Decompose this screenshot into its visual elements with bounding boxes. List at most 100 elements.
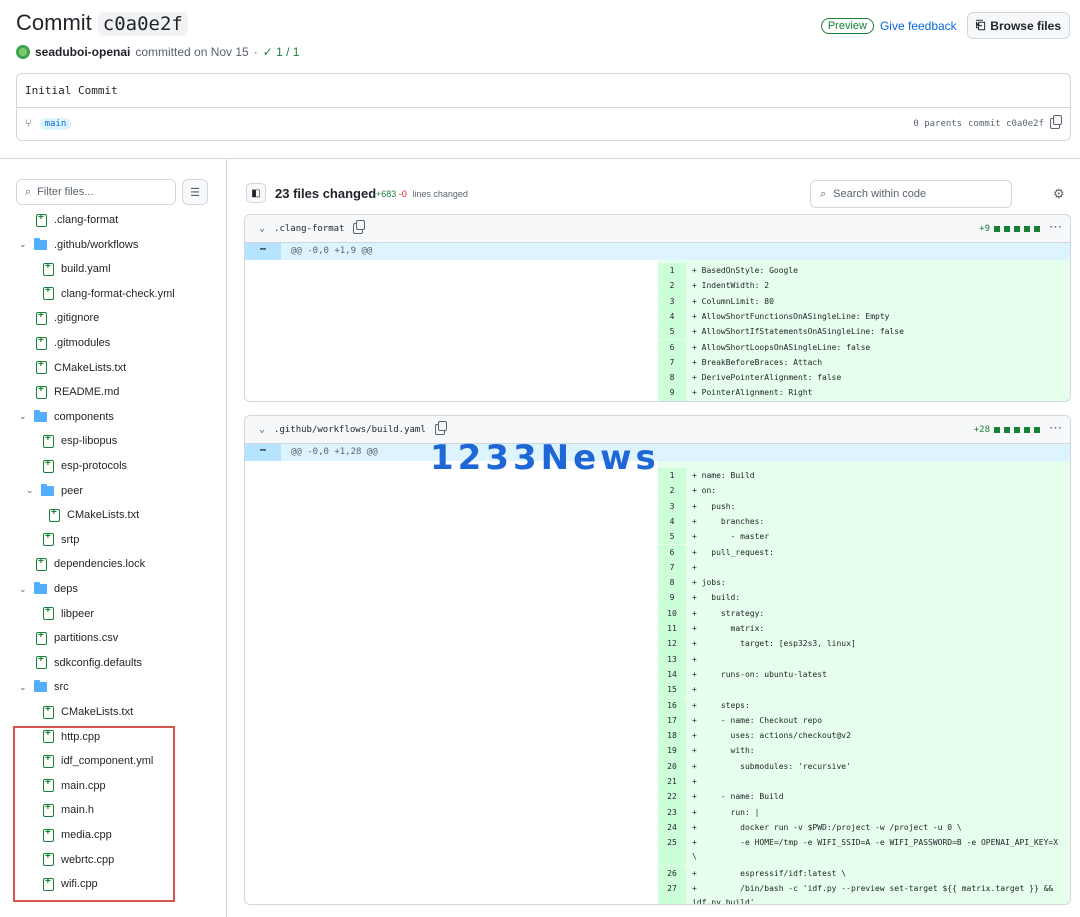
filter-files-input[interactable]: ⌕ Filter files... (16, 179, 176, 205)
line-number[interactable]: 25 (658, 835, 686, 866)
chevron-down-icon[interactable]: ⌄ (19, 584, 27, 595)
kebab-menu-icon[interactable]: ⋯ (1049, 420, 1062, 436)
tree-folder[interactable]: ⌄ .github/workflows (19, 235, 138, 255)
line-content: + runs-on: ubuntu-latest (692, 669, 827, 679)
tree-file[interactable]: dependencies.lock (36, 554, 145, 574)
line-number[interactable]: 10 (658, 605, 686, 621)
file-path[interactable]: .github/workflows/build.yaml (274, 425, 426, 435)
line-content: + on: (692, 486, 717, 496)
line-number[interactable]: 8 (658, 575, 686, 591)
line-number[interactable]: 15 (658, 682, 686, 698)
chevron-down-icon[interactable]: ⌄ (19, 682, 27, 693)
browse-files-button[interactable]: ⎗ Browse files (966, 12, 1070, 39)
code-line: 17 + - name: Checkout repo (658, 712, 1070, 729)
author-link[interactable]: seaduboi-openai (35, 45, 130, 59)
code-line: 25 + -e HOME=/tmp -e WIFI_SSID=A -e WIFI_… (658, 835, 1070, 866)
tree-folder[interactable]: ⌄ deps (19, 579, 78, 599)
tree-folder[interactable]: ⌄ peer (26, 481, 83, 501)
line-number[interactable]: 16 (658, 697, 686, 713)
line-number[interactable]: 1 (658, 468, 686, 484)
copy-icon[interactable] (353, 220, 366, 234)
line-number[interactable]: 9 (658, 590, 686, 606)
line-number[interactable]: 8 (658, 370, 686, 386)
line-number[interactable]: 18 (658, 728, 686, 744)
tree-file[interactable]: CMakeLists.txt (49, 505, 139, 525)
filter-options-button[interactable]: ☰ (182, 179, 208, 205)
chevron-down-icon[interactable]: ⌄ (259, 223, 265, 234)
line-number[interactable]: 26 (658, 865, 686, 882)
tree-file[interactable]: .gitmodules (36, 333, 110, 353)
line-number[interactable]: 20 (658, 758, 686, 774)
code-area: 1 + BasedOnStyle: Google 2 + IndentWidth: 2… (245, 260, 1070, 401)
tree-file[interactable]: partitions.csv (36, 628, 118, 648)
tree-folder[interactable]: ⌄ src (19, 677, 69, 697)
line-number[interactable]: 4 (658, 513, 686, 530)
line-number[interactable]: 9 (658, 385, 686, 401)
expand-icon[interactable]: ⋯ (245, 444, 281, 461)
tree-file[interactable]: clang-format-check.yml (43, 284, 175, 304)
line-number[interactable]: 24 (658, 819, 686, 836)
line-number[interactable]: 3 (658, 293, 686, 309)
line-number[interactable]: 7 (658, 559, 686, 576)
diff-stat: +9 (979, 224, 1040, 234)
line-number[interactable]: 5 (658, 529, 686, 545)
checks-status[interactable]: ✓ 1 / 1 (263, 45, 300, 59)
branch-row: ⑂ main (25, 118, 72, 130)
line-content: + uses: actions/checkout@v2 (692, 731, 851, 741)
line-number[interactable]: 2 (658, 483, 686, 499)
copy-icon[interactable] (1050, 115, 1062, 129)
line-number[interactable]: 22 (658, 789, 686, 805)
give-feedback-link[interactable]: Give feedback (880, 19, 957, 33)
line-number[interactable]: 6 (658, 339, 686, 355)
tree-folder[interactable]: ⌄ components (19, 407, 114, 427)
diff-file: ⌄ .github/workflows/build.yaml +28 ⋯ ⋯ @@ -0,… (244, 415, 1071, 905)
chevron-down-icon[interactable]: ⌄ (19, 411, 27, 422)
search-within-code-input[interactable]: ⌕ Search within code (810, 180, 1012, 208)
line-content: + BreakBeforeBraces: Attach (692, 357, 823, 367)
tree-file[interactable]: esp-libopus (43, 431, 117, 451)
line-number[interactable]: 7 (658, 354, 686, 371)
tree-file[interactable]: CMakeLists.txt (36, 358, 126, 378)
tree-file[interactable]: CMakeLists.txt (43, 702, 133, 722)
branch-badge[interactable]: main (39, 118, 72, 130)
line-number[interactable]: 4 (658, 308, 686, 325)
line-number[interactable]: 2 (658, 278, 686, 294)
tree-file[interactable]: .gitignore (36, 308, 99, 328)
copy-icon[interactable] (434, 421, 447, 435)
tree-file[interactable]: libpeer (43, 604, 94, 624)
line-number[interactable]: 23 (658, 804, 686, 820)
kebab-menu-icon[interactable]: ⋯ (1049, 219, 1062, 235)
line-number[interactable]: 14 (658, 666, 686, 683)
tree-file[interactable]: sdkconfig.defaults (36, 653, 142, 673)
diff-additions: +28 (973, 425, 990, 435)
tree-file[interactable]: srtp (43, 530, 79, 550)
tree-item-label: src (54, 681, 69, 694)
toggle-tree-button[interactable]: ◧ (246, 183, 266, 203)
line-number[interactable]: 19 (658, 743, 686, 759)
stat-square (1024, 427, 1030, 433)
line-number[interactable]: 6 (658, 544, 686, 560)
file-path[interactable]: .clang-format (274, 224, 344, 234)
gear-icon[interactable]: ⚙ (1053, 186, 1065, 202)
line-number[interactable]: 11 (658, 621, 686, 637)
chevron-down-icon[interactable]: ⌄ (19, 239, 27, 250)
line-number[interactable]: 13 (658, 651, 686, 667)
file-code-icon: ⎗ (975, 18, 986, 32)
tree-file[interactable]: build.yaml (43, 259, 111, 279)
line-number[interactable]: 3 (658, 498, 686, 514)
chevron-down-icon[interactable]: ⌄ (26, 485, 34, 496)
tree-item-label: components (54, 410, 114, 423)
line-number[interactable]: 5 (658, 324, 686, 340)
line-number[interactable]: 21 (658, 774, 686, 790)
file-added-icon (43, 605, 54, 621)
chevron-down-icon[interactable]: ⌄ (259, 424, 265, 435)
line-number[interactable]: 12 (658, 636, 686, 652)
line-number[interactable]: 1 (658, 263, 686, 279)
line-number[interactable]: 17 (658, 712, 686, 729)
line-number[interactable]: 27 (658, 881, 686, 904)
tree-file[interactable]: .clang-format (36, 210, 118, 230)
avatar[interactable] (16, 45, 30, 59)
expand-icon[interactable]: ⋯ (245, 243, 281, 260)
tree-file[interactable]: README.md (36, 382, 119, 402)
tree-file[interactable]: esp-protocols (43, 456, 127, 476)
